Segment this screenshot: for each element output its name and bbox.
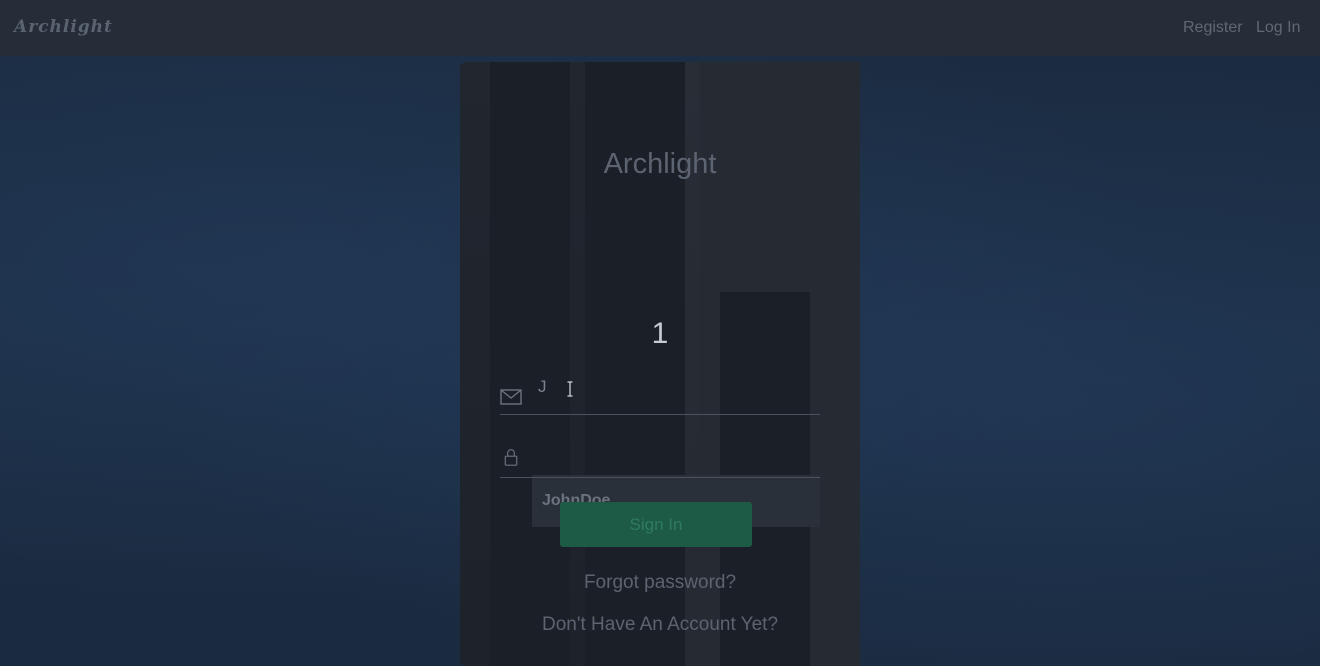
navbar: Archlight Register Log In xyxy=(0,0,1320,56)
email-input[interactable] xyxy=(532,359,820,414)
password-input[interactable] xyxy=(532,422,820,477)
forgot-password-link[interactable]: Forgot password? xyxy=(460,572,860,594)
login-card: Archlight 1 JohnDoe Sign In Forgot passw… xyxy=(460,62,860,666)
register-account-link[interactable]: Don't Have An Account Yet? xyxy=(460,614,860,636)
brand-logo[interactable]: Archlight xyxy=(14,17,113,37)
password-field-row xyxy=(500,422,820,478)
lock-icon xyxy=(504,449,518,466)
envelope-icon xyxy=(500,389,522,405)
counter-value: 1 xyxy=(651,317,669,350)
sign-in-button[interactable]: Sign In xyxy=(560,502,752,547)
register-link[interactable]: Register xyxy=(1183,19,1243,37)
card-title: Archlight xyxy=(603,148,717,180)
email-field-row xyxy=(500,359,820,415)
login-link[interactable]: Log In xyxy=(1256,19,1300,37)
text-cursor-icon xyxy=(567,381,573,397)
